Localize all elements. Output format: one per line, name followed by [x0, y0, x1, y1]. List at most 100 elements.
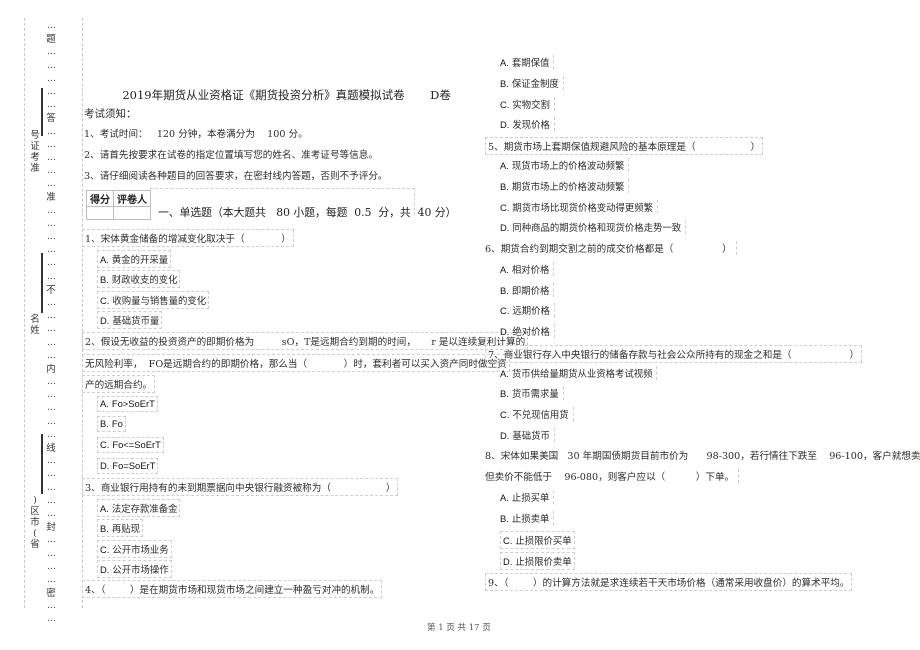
option[interactable]: A. 套期保值 — [500, 55, 555, 69]
option-text: 相对价格 — [511, 265, 550, 276]
option[interactable]: C. 收购量与销售量的变化 — [97, 291, 210, 309]
option[interactable]: B. 止损卖单 — [500, 511, 555, 525]
option[interactable]: B. Fo — [97, 416, 126, 432]
dots: … — [47, 614, 56, 625]
option[interactable]: D. Fo=SoErT — [97, 458, 159, 474]
option[interactable]: A. 法定存款准备金 — [97, 499, 181, 517]
option[interactable]: C. 止损限价买单 — [500, 531, 575, 549]
section-heading: 一、单选题（本大题共 80 小题，每题 0.5 分，共 40 分） — [158, 206, 457, 219]
question-stem: 但卖价不能低于 96-080，则客户应以（ ）下单。 — [485, 469, 740, 483]
dots: … — [47, 205, 56, 216]
option[interactable]: B. 货币需求量 — [500, 386, 564, 400]
dots: … — [47, 297, 56, 308]
question-stem: 5、期货市场上套期保值规避风险的基本原理是（ ） — [485, 137, 764, 155]
option-letter: C. — [500, 202, 510, 213]
option-text: 绝对价格 — [512, 327, 550, 338]
option-text: 远期价格 — [512, 306, 550, 317]
option-letter: A. — [100, 398, 109, 409]
option-text: 止损买单 — [511, 493, 550, 504]
label-char: 姓 — [30, 325, 40, 336]
option-letter: B. — [500, 181, 509, 192]
option[interactable]: D. 基础货币 — [500, 428, 555, 442]
option-letter: D. — [503, 556, 513, 567]
option[interactable]: C. 公开市场业务 — [97, 540, 172, 558]
grader-cell[interactable] — [113, 206, 151, 220]
question-stem: 9、（ ）的计算方法就是求连续若干天市场价格（通常采用收盘价）的算术平均。 — [485, 573, 853, 591]
dots: … — [47, 601, 56, 612]
option-text: 公开市场操作 — [112, 565, 169, 576]
option[interactable]: B. 保证金制度 — [500, 76, 564, 90]
option[interactable]: C. 远期价格 — [500, 303, 555, 317]
option-letter: A. — [500, 492, 509, 503]
name-blank[interactable] — [41, 253, 43, 313]
label-char: 号 — [30, 130, 40, 141]
binding-line-outer — [24, 18, 25, 608]
dots: … — [47, 271, 56, 282]
option-text: 财政收支的变化 — [111, 275, 178, 286]
question-stem: 2、假设无收益的投资资产的即期价格为 sO，T是远期合约到期的时间， r 是以连… — [82, 332, 529, 350]
notice-item: 3、请仔细阅读各种题目的回答要求，在密封线内答题，否则不予评分。 — [84, 171, 388, 182]
exam-id-blank[interactable] — [41, 88, 43, 136]
option[interactable]: B. 即期价格 — [500, 283, 555, 297]
option[interactable]: A. 货币供给量期货从业资格考试视频 — [500, 366, 658, 380]
dots: … — [47, 390, 56, 401]
option[interactable]: D. 绝对价格 — [500, 324, 555, 338]
dots: … — [47, 47, 56, 58]
seal-char: 线 — [46, 443, 56, 454]
option-letter: A. — [500, 368, 509, 379]
seal-char: 答 — [46, 113, 56, 125]
option-letter: C. — [100, 295, 110, 306]
option[interactable]: C. 实物交割 — [500, 97, 555, 111]
option[interactable]: D. 发现价格 — [500, 117, 555, 131]
option-text: 收购量与销售量的变化 — [112, 296, 207, 307]
dots: … — [47, 139, 56, 150]
dots: … — [47, 548, 56, 559]
option[interactable]: D. 同种商品的期货价格和现货价格走势一致 — [500, 220, 687, 234]
option[interactable]: A. 现货市场上的价格波动频繁 — [500, 158, 630, 172]
dots: … — [47, 126, 56, 137]
option[interactable]: C. Fo<=SoErT — [97, 437, 164, 453]
dots: … — [47, 469, 56, 480]
option[interactable]: B. 财政收支的变化 — [97, 270, 181, 288]
option-letter: B. — [500, 513, 509, 524]
option[interactable]: A. 相对价格 — [500, 262, 555, 276]
dots: … — [47, 377, 56, 388]
title-suffix: D卷 — [430, 88, 451, 102]
option[interactable]: C. 不兑现信用货 — [500, 407, 574, 421]
option-letter: C. — [500, 409, 510, 420]
option-text: 公开市场业务 — [112, 545, 169, 556]
label-char: 市 — [30, 517, 40, 528]
option[interactable]: A. 黄金的开采量 — [97, 250, 172, 268]
dots: … — [47, 218, 56, 229]
notice-heading: 考试须知： — [84, 108, 137, 120]
province-blank[interactable] — [41, 434, 43, 494]
option[interactable]: A. Fo>SoErT — [97, 396, 158, 412]
seal-char: 不 — [46, 284, 56, 296]
option-text: 止损限价买单 — [515, 536, 572, 547]
option-text: 发现价格 — [512, 120, 550, 131]
seal-dotted-column: … 题 … … … … … 答 … … … … … 准 … … … … … … … — [44, 20, 58, 627]
dots: … — [47, 100, 56, 111]
option[interactable]: D. 止损限价卖单 — [500, 552, 575, 570]
title-text: 2019年期货从业资格证《期货投资分析》真题模拟试卷 — [122, 88, 405, 102]
option-letter: D. — [100, 460, 110, 471]
question-stem: 8、宋体如果美国 30 年期国债期货目前市价为 98-300，若行情往下跌至 9… — [485, 448, 920, 462]
score-cell[interactable] — [86, 206, 114, 220]
exam-id-label: 号 证 考 准 — [29, 130, 41, 174]
name-label: 名 姓 — [29, 314, 41, 336]
option[interactable]: D. 公开市场操作 — [97, 560, 172, 578]
option[interactable]: B. 期货市场上的价格波动频繁 — [500, 179, 630, 193]
option[interactable]: B. 再贴现 — [97, 519, 143, 537]
option-letter: B. — [500, 78, 509, 89]
question-stem: 6、期货合约到期交割之前的成交价格都是（ ） — [485, 241, 737, 255]
option-letter: C. — [500, 305, 510, 316]
label-char: 准 — [30, 163, 40, 174]
option[interactable]: A. 止损买单 — [500, 490, 555, 504]
option[interactable]: D. 基础货币量 — [97, 311, 163, 329]
option-text: 止损卖单 — [511, 514, 550, 525]
option-text: 实物交割 — [512, 100, 550, 111]
option-letter: C. — [100, 544, 110, 555]
option[interactable]: C. 期货市场比现货价格变动得更频繁 — [500, 200, 658, 214]
question-stem: 1、宋体黄金储备的增减变化取决于（ ） — [82, 229, 294, 247]
dots: … — [47, 337, 56, 348]
